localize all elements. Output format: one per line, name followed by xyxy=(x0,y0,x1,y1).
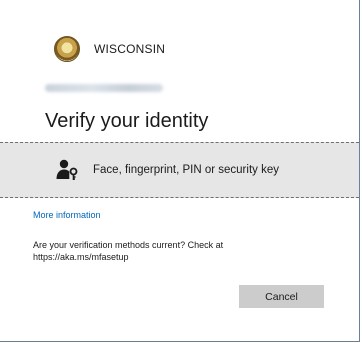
org-name: WISCONSIN xyxy=(94,42,166,56)
mfa-setup-url: https://aka.ms/mfasetup xyxy=(33,252,129,262)
cancel-button[interactable]: Cancel xyxy=(239,285,324,308)
method-label: Face, fingerprint, PIN or security key xyxy=(93,164,279,176)
verification-notice: Are your verification methods current? C… xyxy=(33,239,293,263)
account-email-redacted xyxy=(45,84,163,92)
user-key-icon xyxy=(56,159,78,180)
method-security-key[interactable]: Face, fingerprint, PIN or security key xyxy=(0,142,359,198)
sign-in-card: WISCONSIN Verify your identity Face, fin… xyxy=(0,0,360,342)
org-header: WISCONSIN xyxy=(54,36,165,62)
more-information-link[interactable]: More information xyxy=(33,210,101,220)
notice-text: Are your verification methods current? C… xyxy=(33,240,224,250)
page-title: Verify your identity xyxy=(45,110,209,132)
state-seal-icon xyxy=(54,36,80,62)
